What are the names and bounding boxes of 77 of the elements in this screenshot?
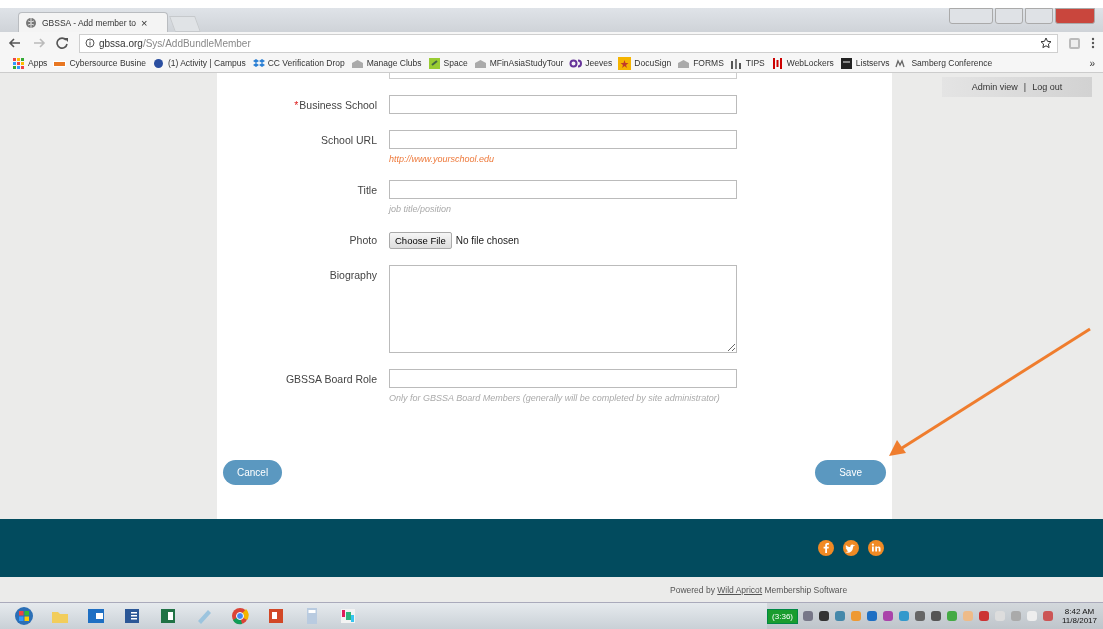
separator: | xyxy=(1023,82,1027,92)
bookmark[interactable]: (1) Activity | Campus xyxy=(151,56,246,70)
back-icon[interactable] xyxy=(8,37,22,49)
input-field[interactable] xyxy=(389,180,737,199)
bookmark[interactable]: MFinAsiaStudyTour xyxy=(473,56,564,70)
more-bookmarks[interactable]: » xyxy=(1089,57,1095,69)
field-label: Business School xyxy=(299,99,377,111)
note-icon xyxy=(427,56,441,70)
bookmark[interactable]: TIPS xyxy=(729,56,765,70)
forward-icon[interactable] xyxy=(32,37,46,49)
field-label: Title xyxy=(357,184,377,196)
linkedin-icon[interactable] xyxy=(868,540,884,556)
tray-icon[interactable] xyxy=(930,610,942,622)
spreadsheet-icon[interactable] xyxy=(158,606,178,626)
maximize-button[interactable] xyxy=(1025,8,1053,24)
powered-by-text: Powered by Wild Apricot Membership Software xyxy=(670,584,848,595)
admin-link[interactable]: Admin view xyxy=(971,82,1018,92)
clock[interactable]: 8:42 AM 11/8/2017 xyxy=(1062,606,1097,626)
text-area[interactable] xyxy=(389,265,737,353)
required-mark: * xyxy=(294,99,299,111)
minimize-button[interactable] xyxy=(995,8,1023,24)
bookmark[interactable]: Jeeves xyxy=(569,56,613,70)
field-hint: http://www.yourschool.edu xyxy=(389,154,496,164)
battery-indicator[interactable]: (3:36) xyxy=(767,608,798,624)
input-field[interactable] xyxy=(389,95,737,114)
chat-app-icon[interactable] xyxy=(338,606,358,626)
reload-icon[interactable] xyxy=(56,37,69,49)
menu-icon[interactable] xyxy=(1091,37,1095,49)
bookmark[interactable]: Cybersource Busine xyxy=(53,56,146,70)
field-label: GBSSA Board Role xyxy=(285,373,377,385)
bookmark[interactable]: Space xyxy=(427,56,468,70)
browser-icon[interactable] xyxy=(230,606,250,626)
apps-grid-icon xyxy=(12,56,25,70)
document-icon[interactable] xyxy=(122,606,142,626)
tray-icon[interactable] xyxy=(914,610,926,622)
bookmark[interactable]: Listservs xyxy=(839,56,890,70)
bookmark[interactable]: DocuSign xyxy=(618,56,672,70)
bookmark[interactable]: Samberg Conference xyxy=(895,56,993,70)
presentation-icon[interactable] xyxy=(266,606,286,626)
wild-apricot-link[interactable]: Wild Apricot xyxy=(717,584,763,595)
field-label: Biography xyxy=(329,269,377,281)
field-hint: Only for GBSSA Board Members (generally will be completed by site administrator) xyxy=(389,393,721,403)
close-button[interactable] xyxy=(1055,8,1095,24)
choose-file-button[interactable]: Choose File xyxy=(389,232,452,249)
tray-icon[interactable] xyxy=(818,610,830,622)
globe-icon xyxy=(25,16,37,29)
bookmark[interactable]: CC Verification Drop xyxy=(251,56,345,70)
dropbox-icon xyxy=(251,56,265,70)
twitter-icon[interactable] xyxy=(843,540,859,556)
bookmark[interactable]: FORMS xyxy=(677,56,724,70)
bookmark[interactable]: Apps xyxy=(12,56,48,70)
bars-icon xyxy=(770,56,784,70)
facebook-icon[interactable] xyxy=(818,540,834,556)
url-text: gbssa.org/Sys/AddBundleMember xyxy=(99,37,251,49)
star-icon xyxy=(618,56,632,70)
bookmark[interactable]: Manage Clubs xyxy=(350,56,422,70)
browser-tab[interactable]: GBSSA - Add member to × xyxy=(18,12,168,32)
field-hint: job title/position xyxy=(389,204,453,214)
field-label: Photo xyxy=(349,234,377,246)
star-icon[interactable] xyxy=(1040,37,1052,49)
input-field[interactable] xyxy=(389,130,737,149)
profile-button[interactable] xyxy=(949,8,993,24)
admin-link[interactable]: Log out xyxy=(1032,82,1063,92)
file-status: No file chosen xyxy=(455,235,520,246)
chart-icon xyxy=(729,56,743,70)
close-icon[interactable]: × xyxy=(141,16,161,29)
mail-icon[interactable] xyxy=(86,606,106,626)
extension-icon[interactable] xyxy=(1068,36,1081,50)
bookmark[interactable]: WebLockers xyxy=(770,56,834,70)
start-button[interactable] xyxy=(14,606,34,626)
circle-icon xyxy=(151,56,165,70)
input-field[interactable] xyxy=(389,369,737,388)
address-bar[interactable]: gbssa.org/Sys/AddBundleMember xyxy=(79,33,1058,53)
input-field[interactable] xyxy=(389,73,737,79)
field-label: School URL xyxy=(320,134,377,146)
info-icon xyxy=(85,38,95,48)
server-icon xyxy=(839,56,853,70)
